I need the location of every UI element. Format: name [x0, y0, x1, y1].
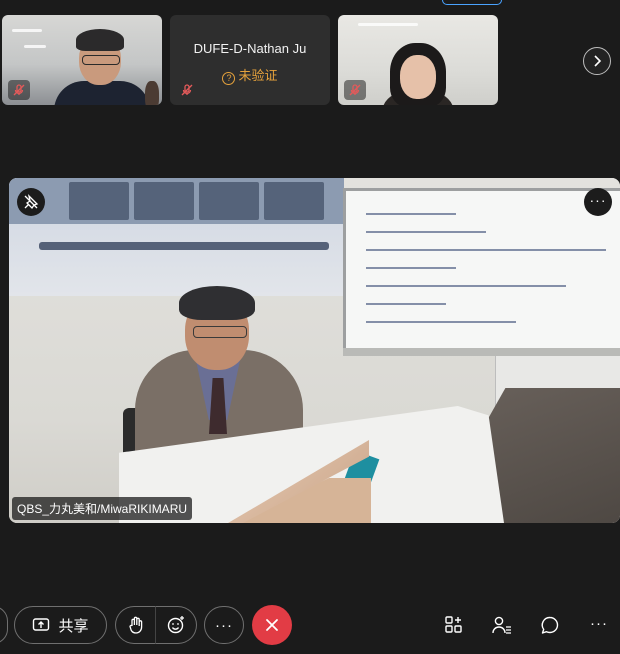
participant-name: DUFE-D-Nathan Ju [193, 41, 307, 56]
toolbar-more-button[interactable]: ··· [590, 615, 608, 632]
share-screen-icon [33, 618, 50, 631]
mic-off-icon [176, 80, 198, 100]
toolbar-hidden-button[interactable] [0, 606, 8, 644]
ceiling-light [24, 45, 46, 48]
participant-face [400, 55, 436, 99]
participants-icon [492, 616, 511, 634]
active-speaker-indicator [442, 0, 502, 5]
raise-hand-button[interactable] [115, 606, 155, 644]
share-button[interactable]: 共享 [14, 606, 107, 644]
unverified-text: 未验证 [238, 68, 278, 83]
participant-tile-3[interactable] [338, 15, 498, 105]
video-more-button[interactable]: ··· [584, 188, 612, 216]
whiteboard-tray [343, 348, 620, 356]
chat-icon [541, 616, 559, 634]
apps-icon [445, 616, 462, 633]
chevron-right-icon [594, 55, 602, 67]
projector-screen [9, 178, 344, 296]
more-options-button[interactable]: ··· [204, 606, 244, 644]
participant-tile-1[interactable] [2, 15, 162, 105]
end-call-button[interactable] [252, 605, 292, 645]
ceiling-light [358, 23, 418, 26]
next-participants-button[interactable] [583, 47, 611, 75]
participants-button[interactable] [490, 613, 514, 637]
participant-hair [76, 29, 124, 51]
chat-button[interactable] [538, 613, 562, 637]
raise-hand-icon [128, 616, 142, 634]
projected-video-strip [9, 178, 344, 224]
apps-button[interactable] [442, 613, 466, 637]
unpin-button[interactable] [17, 188, 45, 216]
participant-glasses [82, 55, 120, 65]
speaker-name-tag: QBS_力丸美和/MiwaRIKIMARU [12, 497, 193, 520]
presenter-glasses [193, 326, 247, 338]
close-icon [266, 619, 278, 631]
pin-off-icon [24, 194, 39, 210]
background-person [145, 81, 159, 105]
ceiling-light [12, 29, 42, 32]
main-video[interactable]: ··· QBS_力丸美和/MiwaRIKIMARU [9, 178, 620, 523]
projected-taskbar [39, 242, 329, 250]
mic-off-icon [344, 80, 366, 100]
participant-tile-2[interactable]: DUFE-D-Nathan Ju ? 未验证 [170, 15, 330, 105]
reactions-icon [167, 616, 184, 634]
reactions-button[interactable] [155, 606, 197, 644]
question-icon: ? [222, 72, 236, 85]
share-label: 共享 [58, 617, 89, 635]
whiteboard [343, 188, 620, 354]
presenter-hair [179, 286, 255, 320]
mic-off-icon [8, 80, 30, 100]
